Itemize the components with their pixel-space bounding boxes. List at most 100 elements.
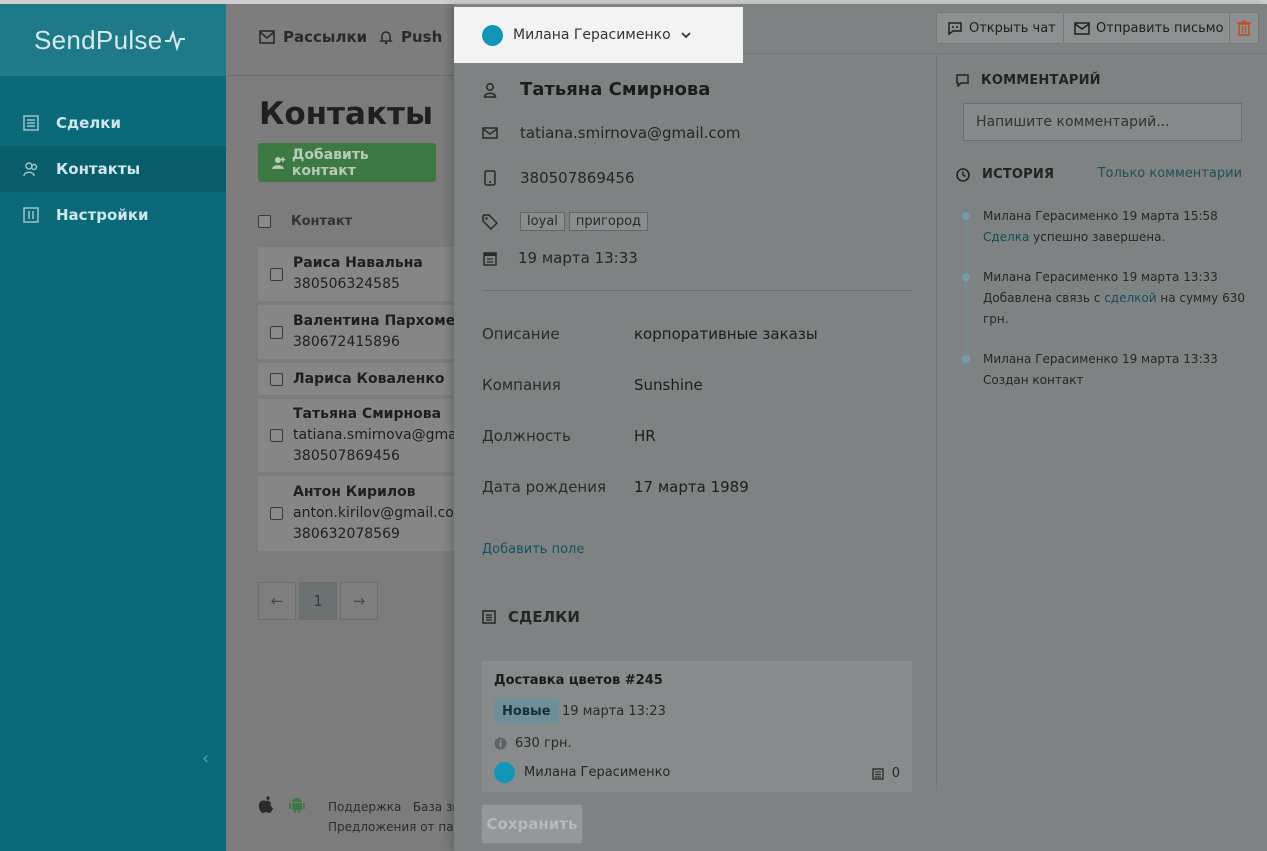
row-checkbox[interactable]: [270, 429, 283, 442]
sendpulse-logo[interactable]: SendPulse: [34, 25, 186, 56]
table-row[interactable]: Раиса Навальна 380506324585: [258, 247, 458, 301]
deal-sum: 630 грн.: [494, 736, 572, 751]
table-row[interactable]: Татьяна Смирнова tatiana.smirnova@gmail.c…: [258, 399, 458, 472]
sidebar-item-contacts[interactable]: Контакты: [0, 146, 226, 192]
history-item: Милана Герасименко 19 марта 13:33 Создан…: [962, 349, 1262, 391]
sidebar-item-settings[interactable]: Настройки: [0, 192, 226, 238]
sidebar-nav: Сделки Контакты Настройки: [0, 100, 226, 238]
row-checkbox[interactable]: [270, 267, 283, 281]
tag-chip[interactable]: пригород: [568, 212, 649, 231]
property-value[interactable]: 17 марта 1989: [634, 478, 749, 496]
pulse-icon: [165, 29, 186, 51]
contact-phone: 380506324585: [293, 276, 400, 292]
property-description[interactable]: Описание корпоративные заказы: [482, 325, 818, 343]
owner-avatar: [482, 24, 503, 46]
prev-page-button[interactable]: ←: [258, 582, 296, 620]
table-row[interactable]: Валентина Пархоменко 380672415896: [258, 305, 458, 359]
logo-area[interactable]: SendPulse: [0, 4, 226, 76]
property-value[interactable]: корпоративные заказы: [634, 325, 818, 343]
android-icon[interactable]: [288, 796, 306, 814]
trash-icon: [1237, 20, 1251, 36]
chevron-down-icon: [681, 31, 691, 38]
mail-icon: [1074, 21, 1090, 35]
property-birthday[interactable]: Дата рождения 17 марта 1989: [482, 478, 749, 496]
contacts-icon: [23, 162, 38, 177]
topnav-push[interactable]: Push: [379, 28, 442, 46]
email-icon: [482, 127, 498, 139]
contact-phone-field[interactable]: 380507869456: [482, 169, 635, 187]
contact-name-field[interactable]: Татьяна Смирнова: [482, 79, 710, 100]
pagination: ← 1 →: [258, 582, 381, 620]
history-title-label: ИСТОРИЯ: [982, 167, 1055, 182]
deals-title-label: СДЕЛКИ: [508, 608, 580, 626]
deals-section-title: СДЕЛКИ: [482, 608, 580, 626]
page-1-button[interactable]: 1: [299, 582, 337, 620]
property-company[interactable]: Компания Sunshine: [482, 376, 703, 394]
contact-email: tatiana.smirnova@gmail.com: [293, 427, 458, 443]
comment-title-label: КОММЕНТАРИЙ: [981, 73, 1101, 88]
save-button[interactable]: Сохранить: [481, 804, 583, 844]
history-meta: Милана Герасименко 19 марта 13:33: [983, 270, 1218, 284]
status-badge: Новые: [494, 699, 559, 723]
footer-support-link[interactable]: Поддержка: [328, 800, 401, 814]
sidebar-item-deals[interactable]: Сделки: [0, 100, 226, 146]
history-section-title: ИСТОРИЯ: [956, 167, 1054, 182]
sidebar-item-label: Настройки: [56, 206, 149, 224]
sidebar-item-label: Сделки: [56, 114, 121, 132]
row-checkbox[interactable]: [270, 372, 283, 386]
deal-owner-name: Милана Герасименко: [524, 765, 671, 780]
deal-owner-avatar: [494, 762, 515, 783]
topnav-label: Рассылки: [283, 28, 368, 46]
property-label: Дата рождения: [482, 478, 606, 496]
history-deal-link[interactable]: сделкой: [1104, 291, 1156, 305]
only-comments-filter[interactable]: Только комментарии: [1098, 166, 1242, 181]
contact-email: tatiana.smirnova@gmail.com: [520, 124, 741, 142]
calendar-icon: [483, 251, 497, 266]
open-chat-button[interactable]: Открыть чат: [936, 12, 1067, 44]
row-checkbox[interactable]: [270, 507, 283, 520]
deal-card[interactable]: Доставка цветов #245 Новые 19 марта 13:2…: [482, 661, 912, 792]
topnav-mailings[interactable]: Рассылки: [259, 28, 367, 46]
delete-button[interactable]: [1229, 12, 1259, 44]
bell-icon: [379, 31, 393, 45]
deal-tasks-count: 0: [891, 766, 900, 781]
history-text: успешно завершена.: [1029, 230, 1166, 244]
collapse-sidebar-icon[interactable]: ‹: [202, 748, 209, 769]
next-page-button[interactable]: →: [340, 582, 378, 620]
add-field-link[interactable]: Добавить поле: [482, 542, 584, 557]
contact-name: Валентина Пархоменко: [293, 313, 458, 329]
property-label: Должность: [482, 427, 571, 445]
contact-phone: 380632078569: [293, 526, 400, 542]
comment-input[interactable]: Напишите комментарий...: [963, 103, 1242, 141]
settings-icon: [23, 207, 39, 223]
add-user-icon: [272, 156, 286, 169]
tag-chip[interactable]: loyal: [520, 212, 565, 231]
history-timeline: Милана Герасименко 19 марта 15:58 Сделка…: [962, 206, 1262, 410]
table-row[interactable]: Антон Кирилов anton.kirilov@gmail.com 3806…: [258, 476, 458, 551]
deal-date: 19 марта 13:23: [562, 704, 666, 719]
history-item: Милана Герасименко 19 марта 15:58 Сделка…: [962, 206, 1262, 248]
deal-tasks[interactable]: 0: [872, 766, 900, 781]
property-value[interactable]: HR: [634, 427, 656, 445]
row-checkbox[interactable]: [270, 325, 283, 339]
column-header-contact: Контакт: [291, 214, 353, 229]
history-deal-link[interactable]: Сделка: [983, 230, 1029, 244]
contact-phone: 380507869456: [520, 169, 635, 187]
mail-icon: [259, 30, 275, 44]
property-position[interactable]: Должность HR: [482, 427, 656, 445]
send-email-label: Отправить письмо: [1096, 20, 1224, 36]
contact-email: anton.kirilov@gmail.com: [293, 505, 458, 521]
deal-title[interactable]: Доставка цветов #245: [494, 673, 663, 688]
select-all-checkbox[interactable]: [258, 215, 271, 228]
property-value[interactable]: Sunshine: [634, 376, 703, 394]
add-contact-button[interactable]: Добавить контакт: [258, 143, 436, 182]
apple-icon[interactable]: [258, 796, 274, 814]
contact-phone: 380507869456: [293, 448, 400, 464]
contact-drawer: Милана Герасименко Открыть чат Отправить…: [454, 4, 1267, 851]
contact-name: Татьяна Смирнова: [520, 79, 711, 100]
phone-icon: [484, 170, 496, 186]
contact-tags-field[interactable]: loyal пригород: [482, 212, 652, 231]
contact-email-field[interactable]: tatiana.smirnova@gmail.com: [482, 124, 741, 142]
table-row[interactable]: Лариса Коваленко: [258, 363, 458, 395]
send-email-button[interactable]: Отправить письмо: [1063, 12, 1235, 44]
